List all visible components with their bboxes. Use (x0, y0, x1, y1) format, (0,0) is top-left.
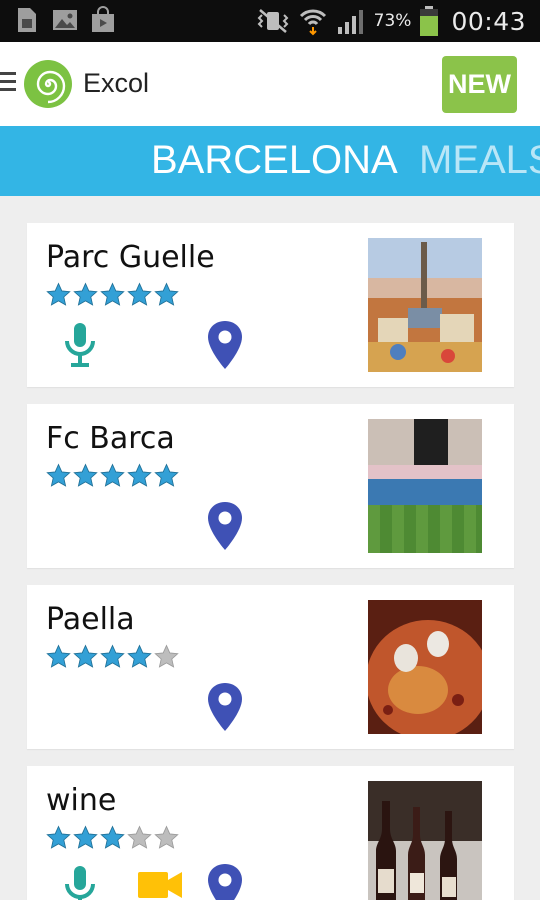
item-title: wine (46, 783, 117, 818)
map-pin-icon[interactable] (201, 681, 249, 733)
notification-icons (14, 6, 116, 34)
map-pin-icon[interactable] (201, 500, 249, 552)
star-filled-icon (100, 644, 125, 668)
star-rating (46, 825, 179, 850)
star-filled-icon (46, 463, 71, 487)
cell-signal-icon (337, 10, 363, 34)
list-item[interactable]: Fc Barca (27, 404, 514, 568)
place-list: Parc Guelle Fc Barca Paella wine (0, 196, 540, 900)
new-button[interactable]: NEW (442, 56, 517, 113)
star-filled-icon (100, 825, 125, 849)
list-item[interactable]: Parc Guelle (27, 223, 514, 387)
star-empty-icon (127, 825, 152, 849)
microphone-icon[interactable] (56, 862, 104, 900)
map-pin-icon[interactable] (201, 862, 249, 900)
stadium-photo (368, 419, 482, 553)
vibrate-mute-icon (257, 9, 289, 33)
paella-photo (368, 600, 482, 734)
star-filled-icon (73, 282, 98, 306)
tab-meals[interactable]: MEALS (419, 138, 540, 183)
park-guell-photo (368, 238, 482, 372)
sim-card-icon (18, 8, 36, 32)
shopping-bag-icon (92, 6, 114, 32)
star-filled-icon (73, 825, 98, 849)
star-filled-icon (127, 282, 152, 306)
item-title: Parc Guelle (46, 240, 215, 275)
list-item[interactable]: Paella (27, 585, 514, 749)
video-camera-icon[interactable] (136, 862, 184, 900)
star-filled-icon (73, 463, 98, 487)
action-bar: Excol NEW (0, 42, 540, 126)
star-filled-icon (127, 644, 152, 668)
star-filled-icon (46, 644, 71, 668)
star-empty-icon (154, 644, 179, 668)
wine-bottles-photo (368, 781, 482, 900)
app-logo[interactable] (24, 60, 72, 108)
app-title: Excol (83, 68, 150, 98)
star-rating (46, 463, 179, 488)
item-title: Fc Barca (46, 421, 175, 456)
star-rating (46, 644, 179, 669)
star-filled-icon (46, 825, 71, 849)
star-rating (46, 282, 179, 307)
clock: 00:43 (451, 6, 526, 36)
item-title: Paella (46, 602, 135, 637)
microphone-icon[interactable] (56, 319, 104, 371)
system-indicators: 73% 00:43 (256, 0, 526, 42)
star-empty-icon (154, 825, 179, 849)
star-filled-icon (100, 463, 125, 487)
star-filled-icon (100, 282, 125, 306)
tab-barcelona[interactable]: BARCELONA (151, 138, 398, 183)
drawer-menu-icon[interactable] (0, 72, 18, 94)
list-item[interactable]: wine (27, 766, 514, 900)
wifi-icon (299, 9, 326, 36)
star-filled-icon (46, 282, 71, 306)
star-filled-icon (154, 463, 179, 487)
star-filled-icon (154, 282, 179, 306)
map-pin-icon[interactable] (201, 319, 249, 371)
star-filled-icon (127, 463, 152, 487)
battery-icon (420, 6, 439, 36)
star-filled-icon (73, 644, 98, 668)
tab-strip: BARCELONA MEALS (0, 126, 540, 196)
battery-percent: 73% (373, 11, 412, 31)
status-bar: 73% 00:43 (0, 0, 540, 42)
gallery-icon (53, 10, 77, 30)
